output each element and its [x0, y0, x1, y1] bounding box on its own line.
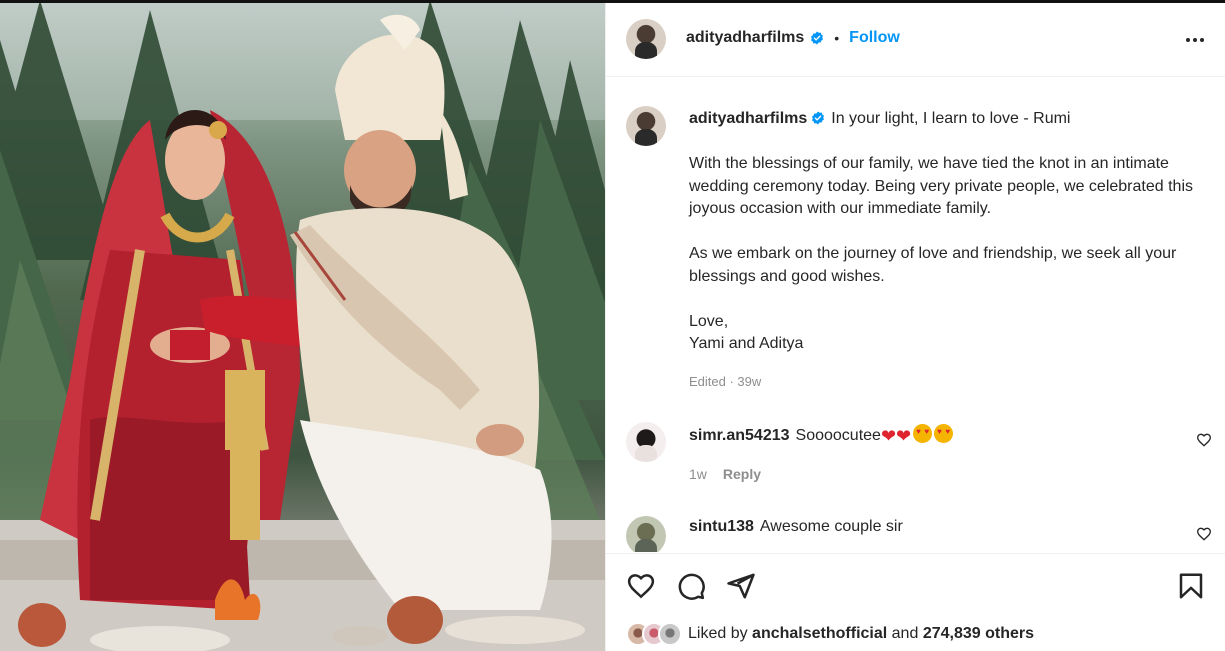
comment-like-heart-icon[interactable]	[1196, 526, 1212, 542]
more-options-icon[interactable]	[1184, 29, 1206, 51]
author-avatar[interactable]	[626, 19, 666, 59]
liker-avatar	[658, 622, 682, 646]
verified-icon	[811, 31, 824, 45]
commenter-username[interactable]: simr.an54213	[689, 427, 790, 444]
commenter-avatar[interactable]	[626, 516, 666, 552]
comment-time: 1w	[689, 466, 707, 482]
caption-first-line: In your light, I learn to love - Rumi	[831, 110, 1071, 127]
top-border	[0, 0, 1225, 3]
post-header: adityadharfilms • Follow	[606, 3, 1225, 77]
verified-icon	[812, 111, 825, 125]
caption-avatar[interactable]	[626, 106, 666, 146]
red-heart-emoji-icon: ❤	[880, 426, 897, 446]
caption-paragraph: With the blessings of our family, we hav…	[689, 155, 1193, 217]
comments-panel[interactable]: adityadharfilms In your light, I learn t…	[606, 78, 1225, 552]
comment-sub-row: 1w Reply	[689, 466, 761, 482]
caption-signoff: Love,	[689, 312, 729, 330]
header-user-row: adityadharfilms • Follow	[686, 29, 900, 47]
author-username[interactable]: adityadharfilms	[686, 29, 804, 47]
heart-icon[interactable]	[626, 571, 656, 601]
share-icon[interactable]	[726, 571, 756, 601]
comment-text: sintu138 Awesome couple sir	[689, 518, 903, 536]
follow-button[interactable]: Follow	[849, 29, 900, 47]
post-image[interactable]	[0, 0, 605, 651]
comment-text: simr.an54213 Soooocutee❤❤	[689, 424, 954, 447]
likes-user[interactable]: anchalsethofficial	[752, 625, 887, 642]
likes-middle: and	[891, 625, 919, 642]
heart-eyes-emoji-icon	[913, 424, 933, 443]
caption-meta: Edited · 39w	[689, 374, 762, 389]
comment-icon[interactable]	[676, 571, 706, 601]
caption-signoff: Yami and Aditya	[689, 335, 804, 352]
commenter-avatar[interactable]	[626, 422, 666, 462]
caption-paragraph: As we embark on the journey of love and …	[689, 245, 1177, 285]
wedding-photo-illustration	[0, 0, 605, 651]
comment-body: Soooocutee	[795, 427, 881, 444]
likes-text: Liked by anchalsethofficial and 274,839 …	[688, 625, 1034, 643]
post-caption: adityadharfilms In your light, I learn t…	[689, 108, 1199, 356]
likes-prefix: Liked by	[688, 625, 748, 642]
likes-others[interactable]: 274,839 others	[923, 625, 1034, 642]
red-heart-emoji-icon: ❤	[896, 426, 912, 446]
caption-username[interactable]: adityadharfilms	[689, 110, 807, 127]
post-sidebar: adityadharfilms • Follow adityadharfilms…	[605, 0, 1225, 651]
likes-summary[interactable]: Liked by anchalsethofficial and 274,839 …	[626, 622, 1034, 646]
reply-button[interactable]: Reply	[723, 466, 761, 482]
header-separator: •	[834, 30, 840, 46]
post-actions: Liked by anchalsethofficial and 274,839 …	[606, 553, 1225, 651]
heart-eyes-emoji-icon	[934, 424, 954, 443]
comment-like-heart-icon[interactable]	[1196, 432, 1212, 448]
comment-body: Awesome couple sir	[759, 518, 903, 535]
bookmark-icon[interactable]	[1176, 571, 1206, 601]
commenter-username[interactable]: sintu138	[689, 518, 754, 535]
